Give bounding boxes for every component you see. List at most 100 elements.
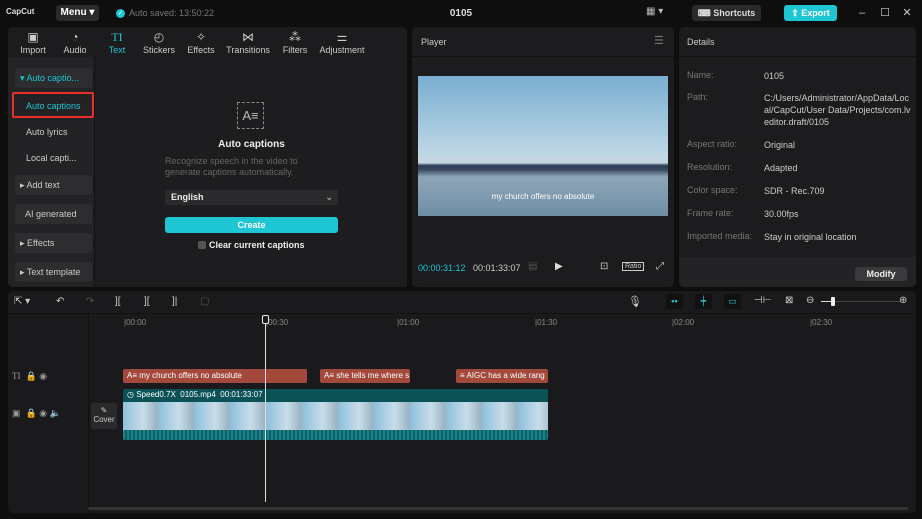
audio-mute-icon[interactable]: 🔈 [50, 408, 61, 418]
sidebar-ai-generated[interactable]: AI generated [15, 204, 92, 224]
clip-thumbnails [123, 402, 548, 430]
sidebar-item-auto-lyrics[interactable]: Auto lyrics [26, 127, 68, 137]
sidebar-effects[interactable]: ▸ Effects [15, 233, 92, 253]
tab-stickers[interactable]: ◴ Stickers [138, 27, 180, 57]
language-select[interactable]: English ⌄ [165, 190, 338, 205]
grid-icon[interactable]: ▤ [528, 261, 537, 272]
detail-key: Resolution: [687, 162, 733, 172]
split-align-icon[interactable]: ⊣⊢ [754, 295, 771, 306]
sidebar-text-template[interactable]: ▸ Text template [15, 262, 92, 282]
minimize-icon[interactable]: – [854, 5, 870, 21]
sidebar-add-text[interactable]: ▸ Add text [15, 175, 92, 195]
sidebar-label: AI generated [25, 209, 77, 219]
microphone-icon[interactable]: 🎙 [628, 295, 642, 308]
tab-transitions[interactable]: ⋈ Transitions [222, 27, 274, 57]
menu-button[interactable]: Menu ▾ [56, 5, 99, 21]
select-tool-icon[interactable]: ⇱ ▾ [14, 296, 30, 307]
title-bar: CapCut Menu ▾ ✓ Auto saved: 13:50:22 0105… [0, 0, 922, 26]
preview-axis-icon[interactable]: ▭ [724, 294, 741, 309]
shortcuts-button[interactable]: ⌨ Shortcuts [692, 5, 761, 21]
sidebar-item-local-captions[interactable]: Local capti... [26, 153, 77, 163]
detail-value: Adapted [764, 163, 798, 173]
eye-icon[interactable]: ◉ [39, 371, 47, 381]
link-icon[interactable]: ┿ [695, 294, 712, 309]
tab-label: Transitions [226, 45, 270, 55]
tab-effects[interactable]: ✧ Effects [180, 27, 222, 57]
lock-icon[interactable]: 🔒 [26, 371, 37, 381]
detail-key: Color space: [687, 185, 738, 195]
tab-label: Effects [187, 45, 215, 55]
close-icon[interactable]: ✕ [899, 5, 915, 21]
details-panel: Details Name: 0105 Path: C:/Users/Administ… [679, 27, 916, 287]
tab-bar: ▣ Import ◔ Audio TI Text ◴ Stickers ✧ Effects… [8, 27, 407, 57]
sticker-icon: ◴ [153, 30, 165, 44]
checkbox-icon [198, 241, 206, 249]
delete-icon[interactable]: ▢ [200, 296, 209, 307]
video-clip[interactable]: ◷ Speed0.7X 0105.mp4 00:01:33:07 [123, 389, 548, 440]
tab-adjustment[interactable]: ⚌ Adjustment [316, 27, 368, 57]
check-icon: ✓ [116, 8, 125, 18]
ratio-button[interactable]: Ratio [622, 262, 645, 271]
player-panel: Player ☰ my church offers no absolute 00… [412, 27, 674, 287]
detail-aspect-ratio: Aspect ratio: Original [687, 139, 912, 150]
detail-imported-media: Imported media: Stay in original location [687, 231, 912, 242]
detail-key: Aspect ratio: [687, 139, 738, 149]
split-icon[interactable]: ][ [115, 296, 121, 307]
ruler-tick: |01:30 [535, 318, 558, 327]
video-preview[interactable]: my church offers no absolute [418, 76, 668, 216]
magnet-icon[interactable]: ▪▪ [666, 294, 683, 309]
redo-icon[interactable]: ↷ [86, 296, 94, 307]
ruler-tick: |00:00 [124, 318, 147, 327]
sidebar-group-auto-captions[interactable]: ▾ Auto captio... [15, 68, 92, 88]
undo-icon[interactable]: ↶ [56, 296, 64, 307]
clear-captions-checkbox[interactable]: Clear current captions [198, 240, 305, 250]
caption-clip[interactable]: ≡ AIGC has a wide rang [456, 369, 548, 383]
divider [679, 56, 916, 57]
caption-clip[interactable]: A≡ she tells me where s [320, 369, 410, 383]
autosave-status: ✓ Auto saved: 13:50:22 [116, 8, 214, 18]
text-icon: TI [111, 30, 123, 44]
total-time: 00:01:33:07 [473, 263, 521, 273]
detail-value: Stay in original location [764, 232, 857, 242]
zoom-in-icon[interactable]: ⊕ [899, 295, 907, 306]
detail-color-space: Color space: SDR - Rec.709 [687, 185, 912, 196]
detail-resolution: Resolution: Adapted [687, 162, 912, 173]
cover-label: Cover [93, 415, 115, 424]
sidebar-label: Text template [26, 267, 81, 277]
playhead-handle[interactable] [262, 315, 269, 324]
shortcuts-label: Shortcuts [713, 8, 756, 18]
tab-audio[interactable]: ◔ Audio [54, 27, 96, 57]
divider [412, 56, 674, 57]
cover-button[interactable]: ✎ Cover [91, 403, 117, 429]
zoom-slider-handle[interactable] [831, 297, 835, 306]
horizontal-scrollbar[interactable] [88, 507, 908, 510]
tab-filters[interactable]: ⁂ Filters [274, 27, 316, 57]
layout-icon[interactable]: ▦ ▾ [646, 6, 663, 17]
delete-left-icon[interactable]: ][ [144, 296, 150, 307]
create-button[interactable]: Create [165, 217, 338, 233]
audio-icon: ◔ [71, 30, 79, 44]
tab-text[interactable]: TI Text [96, 27, 138, 57]
modify-button[interactable]: Modify [855, 267, 907, 281]
zoom-fit-icon[interactable]: ⊡ [600, 261, 608, 272]
eye-icon[interactable]: ◉ [39, 408, 47, 418]
caption-clip[interactable]: A≡ my church offers no absolute [123, 369, 307, 383]
screen-icon[interactable]: ⊠ [785, 295, 793, 306]
menu-icon[interactable]: ☰ [654, 34, 664, 47]
preview-subtitle: my church offers no absolute [491, 192, 595, 201]
tab-label: Filters [282, 45, 308, 55]
tab-import[interactable]: ▣ Import [12, 27, 54, 57]
maximize-icon[interactable]: ☐ [877, 5, 893, 21]
delete-right-icon[interactable]: ]| [172, 296, 177, 307]
fullscreen-icon[interactable]: ⤢ [656, 261, 664, 272]
zoom-out-icon[interactable]: ⊖ [806, 295, 814, 306]
checkbox-label: Clear current captions [209, 240, 305, 250]
chevron-down-icon: ⌄ [325, 192, 333, 202]
play-icon[interactable]: ▶ [555, 261, 563, 272]
transition-icon: ⋈ [242, 30, 254, 44]
playhead[interactable] [265, 316, 266, 502]
lock-icon[interactable]: 🔒 [26, 408, 37, 418]
export-button[interactable]: ⇪ Export [784, 5, 837, 21]
tab-label: Text [108, 45, 126, 55]
ruler-tick: |01:00 [397, 318, 420, 327]
